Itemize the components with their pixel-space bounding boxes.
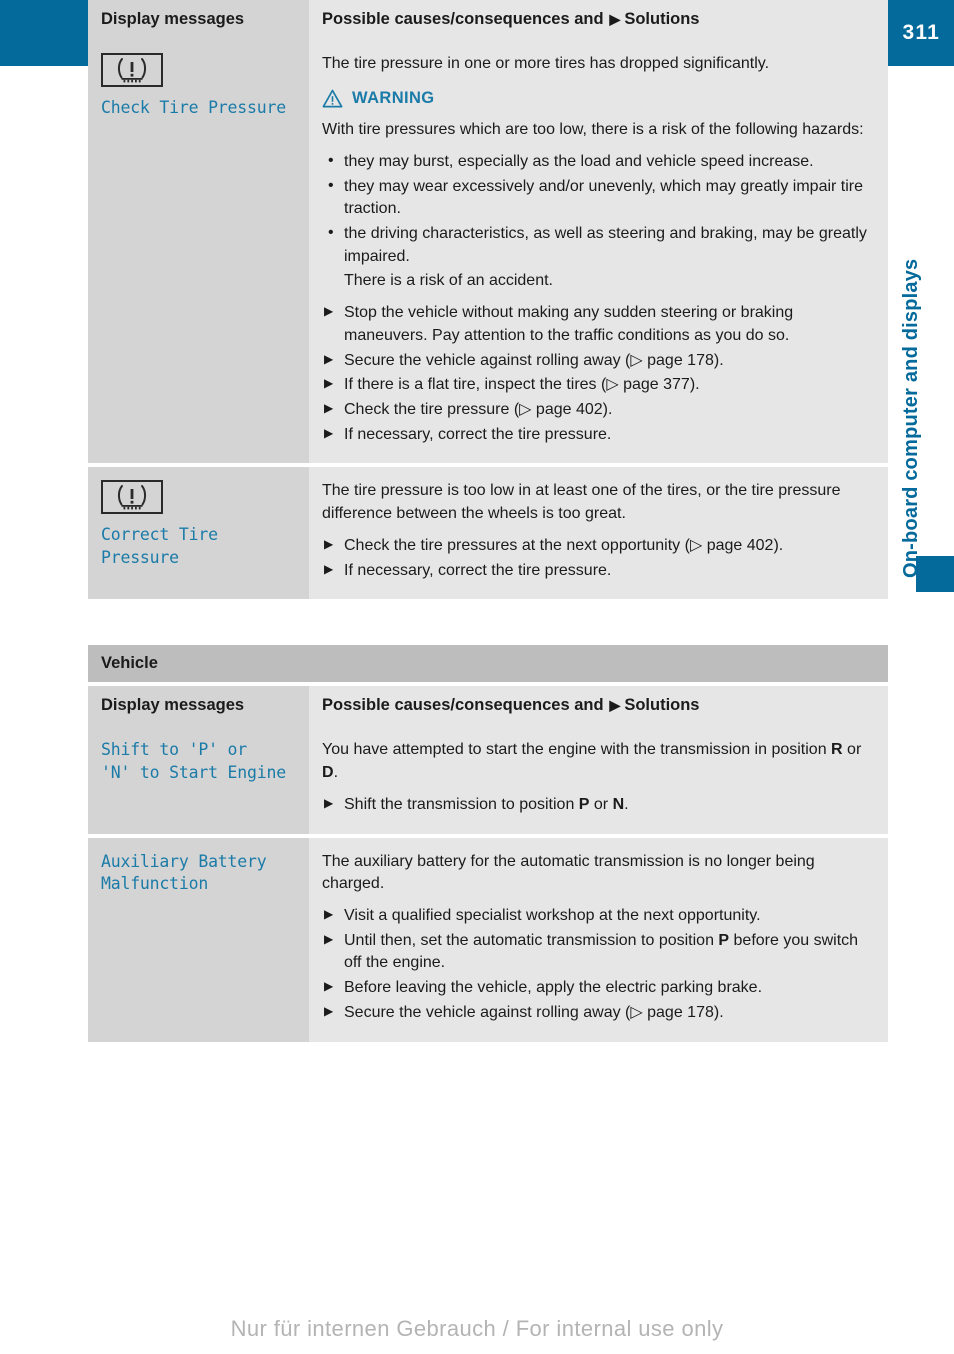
display-message-label: Shift to 'P' or 'N' to Start Engine: [101, 740, 286, 783]
page-number: 311: [902, 21, 940, 44]
tire-pressure-telltale-icon: [101, 480, 295, 515]
causes-solutions-cell: The auxiliary battery for the automatic …: [309, 837, 888, 1042]
table-row: Correct Tire Pressure The tire pressure …: [88, 467, 888, 600]
gear-position-p: P: [718, 931, 730, 949]
table-header-row: Display messages Possible causes/consequ…: [88, 686, 888, 727]
intro-part-end: .: [333, 764, 339, 782]
table-row: Auxiliary Battery Malfunction The auxili…: [88, 837, 888, 1042]
gear-position-r: R: [831, 741, 843, 759]
column-header-display-messages: Display messages: [88, 0, 309, 40]
display-message-cell: Check Tire Pressure: [88, 40, 309, 464]
list-item: Visit a qualified specialist workshop at…: [322, 905, 874, 928]
solutions-arrow-icon: ▶: [609, 697, 621, 714]
intro-part-a: You have attempted to start the engine w…: [322, 741, 832, 759]
list-item: If necessary, correct the tire pressure.: [322, 560, 874, 583]
display-message-label: Correct Tire Pressure: [101, 525, 218, 568]
column-header-causes-text: Possible causes/consequences and: [322, 10, 604, 28]
list-item: Stop the vehicle without making any sudd…: [322, 302, 874, 347]
internal-use-watermark: Nur für internen Gebrauch / For internal…: [230, 1316, 724, 1341]
table-row: Check Tire Pressure The tire pressure in…: [88, 40, 888, 464]
list-item: they may wear excessively and/or unevenl…: [322, 175, 874, 221]
step-part-a: Shift the transmission to position: [344, 795, 579, 813]
table-header-row: Display messages Possible causes/consequ…: [88, 0, 888, 40]
intro-part-mid: or: [842, 741, 862, 759]
step-part-a: Until then, set the automatic transmissi…: [344, 931, 719, 949]
warning-label: WARNING: [352, 88, 435, 107]
warning-heading: WARNING: [322, 87, 874, 110]
chapter-tab-marker: [916, 556, 954, 592]
display-message-cell: Auxiliary Battery Malfunction: [88, 837, 309, 1042]
column-header-display-messages: Display messages: [88, 686, 309, 727]
hazard-list: they may burst, especially as the load a…: [322, 150, 874, 269]
solution-step-list: Check the tire pressures at the next opp…: [322, 535, 874, 582]
display-messages-table-vehicle: Vehicle Display messages Possible causes…: [88, 645, 888, 1042]
cause-intro-text: The tire pressure in one or more tires h…: [322, 55, 770, 72]
column-header-solutions: Possible causes/consequences and ▶ Solutio…: [309, 0, 888, 40]
step-part-end: .: [624, 795, 629, 813]
warning-intro-text: With tire pressures which are too low, t…: [322, 121, 864, 139]
causes-solutions-cell: The tire pressure in one or more tires h…: [309, 40, 888, 464]
column-header-solutions-text: Solutions: [624, 696, 700, 715]
gear-position-n: N: [612, 795, 625, 813]
list-item: they may burst, especially as the load a…: [322, 150, 874, 174]
hazard-followup-text: There is a risk of an accident.: [344, 272, 553, 290]
column-header-causes-text: Possible causes/consequences and: [322, 696, 604, 715]
list-item: Check the tire pressure (▷ page 402).: [322, 399, 874, 422]
solutions-arrow-icon: ▶: [609, 11, 621, 27]
cause-intro-text: The auxiliary battery for the automatic …: [322, 852, 815, 893]
section-band-vehicle: Vehicle: [88, 645, 888, 683]
tire-pressure-glyph: [117, 58, 147, 83]
display-message-cell: Correct Tire Pressure: [88, 467, 309, 600]
chapter-side-label: On-board computer and displays: [900, 258, 922, 578]
step-part-mid: or: [589, 795, 613, 813]
column-header-solutions: Possible causes/consequences and ▶ Solutio…: [309, 686, 888, 727]
gear-position-d: D: [322, 764, 334, 782]
display-messages-table-tires: Display messages Possible causes/consequ…: [88, 0, 888, 600]
solution-step-list: Shift the transmission to position P or …: [322, 794, 874, 817]
column-header-solutions-text: Solutions: [624, 10, 700, 28]
warning-triangle-icon: [322, 89, 343, 108]
list-item: Before leaving the vehicle, apply the el…: [322, 977, 874, 1000]
tire-pressure-glyph: [117, 485, 147, 510]
list-item: Until then, set the automatic transmissi…: [322, 930, 874, 975]
cause-intro-text: You have attempted to start the engine w…: [322, 739, 874, 784]
table-gap: [88, 599, 888, 645]
solution-step-list: Visit a qualified specialist workshop at…: [322, 905, 874, 1025]
list-item: If there is a flat tire, inspect the tir…: [322, 374, 874, 397]
display-message-label: Auxiliary Battery Malfunction: [101, 851, 267, 894]
table-row: Shift to 'P' or 'N' to Start Engine You …: [88, 726, 888, 834]
list-item: Secure the vehicle against rolling away …: [322, 1002, 874, 1025]
gear-position-p: P: [578, 795, 590, 813]
list-item: the driving characteristics, as well as …: [322, 222, 874, 268]
causes-solutions-cell: The tire pressure is too low in at least…: [309, 467, 888, 600]
list-item: Shift the transmission to position P or …: [322, 794, 874, 817]
tire-pressure-telltale-icon: [101, 53, 295, 87]
display-message-cell: Shift to 'P' or 'N' to Start Engine: [88, 726, 309, 834]
display-message-label: Check Tire Pressure: [101, 98, 286, 117]
list-item: If necessary, correct the tire pressure.: [322, 424, 874, 447]
section-title: Vehicle: [88, 645, 888, 683]
causes-solutions-cell: You have attempted to start the engine w…: [309, 726, 888, 834]
list-item: Secure the vehicle against rolling away …: [322, 350, 874, 373]
list-item: Check the tire pressures at the next opp…: [322, 535, 874, 558]
cause-intro-text: The tire pressure is too low in at least…: [322, 482, 841, 523]
solution-step-list: Stop the vehicle without making any sudd…: [322, 302, 874, 446]
page-content: Display messages Possible causes/consequ…: [88, 0, 888, 1042]
